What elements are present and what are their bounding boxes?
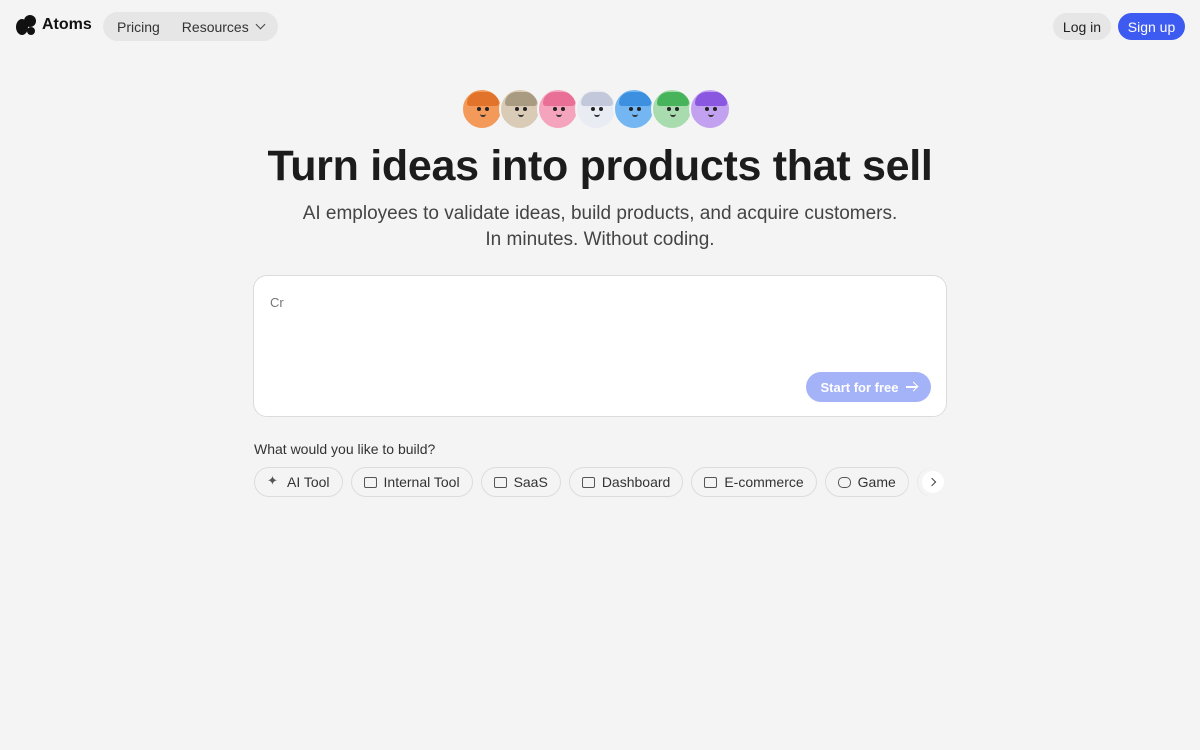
purple-agent-avatar	[689, 88, 731, 130]
chip-label: Dashboard	[601, 474, 671, 490]
cash-icon	[704, 476, 718, 488]
nav-menu: Pricing Resources	[103, 12, 278, 41]
hero-subtitle-line-2: In minutes. Without coding.	[485, 229, 715, 250]
khaki-agent-avatar	[499, 88, 541, 130]
chevron-down-icon	[255, 19, 266, 30]
chips-next-button[interactable]	[922, 471, 944, 493]
chip-saas[interactable]: SaaS	[480, 467, 561, 497]
white-agent-avatar	[575, 88, 617, 130]
atoms-logo-icon	[16, 15, 36, 35]
signup-button[interactable]: Sign up	[1118, 13, 1185, 40]
build-prompt-label: What would you like to build?	[254, 441, 436, 457]
chip-label: Internal Tool	[383, 474, 460, 490]
hero-subtitle: AI employees to validate ideas, build pr…	[0, 201, 1200, 253]
chip-ai-tool[interactable]: AI Tool	[254, 467, 343, 497]
hero-subtitle-line-1: AI employees to validate ideas, build pr…	[302, 203, 898, 224]
login-button[interactable]: Log in	[1053, 13, 1111, 40]
nav-pricing-label: Pricing	[117, 18, 160, 35]
pink-agent-avatar	[537, 88, 579, 130]
nav-resources-label: Resources	[181, 18, 249, 35]
bar-chart-icon	[581, 476, 595, 488]
atoms-logo[interactable]: Atoms	[16, 15, 92, 35]
agent-avatars	[461, 88, 731, 130]
chip-label: Game	[857, 474, 896, 490]
orange-agent-avatar	[461, 88, 503, 130]
prompt-input-text[interactable]: Cr	[270, 295, 284, 310]
top-navigation: Atoms Pricing Resources Log in Sign up	[0, 0, 1200, 52]
chip-game[interactable]: Game	[824, 467, 909, 497]
chevron-right-icon	[927, 477, 937, 487]
blue-agent-avatar	[613, 88, 655, 130]
brand-name: Atoms	[42, 16, 92, 33]
nav-pricing-link[interactable]: Pricing	[117, 19, 160, 35]
chip-label: E-commerce	[724, 474, 804, 490]
build-category-chips: AI Tool Internal Tool SaaS Dashboard E-comme…	[254, 467, 948, 498]
toolbox-icon	[363, 476, 377, 488]
chip-e-commerce[interactable]: E-commerce	[691, 467, 817, 497]
start-for-free-button[interactable]: Start for free	[806, 372, 931, 402]
chip-internal-tool[interactable]: Internal Tool	[350, 467, 473, 497]
start-for-free-label: Start for free	[820, 379, 899, 395]
sparkle-icon	[267, 473, 280, 489]
prompt-input[interactable]: Cr Start for free	[253, 275, 947, 417]
nav-resources-dropdown[interactable]: Resources	[181, 18, 266, 35]
window-cursor-icon	[493, 476, 507, 488]
hero-headline: Turn ideas into products that sell	[267, 142, 933, 190]
chip-dashboard[interactable]: Dashboard	[568, 467, 684, 497]
chip-label: SaaS	[513, 474, 548, 490]
chip-label: AI Tool	[287, 474, 330, 490]
arrow-right-icon	[905, 386, 917, 388]
gamepad-icon	[837, 476, 851, 488]
green-agent-avatar	[651, 88, 693, 130]
